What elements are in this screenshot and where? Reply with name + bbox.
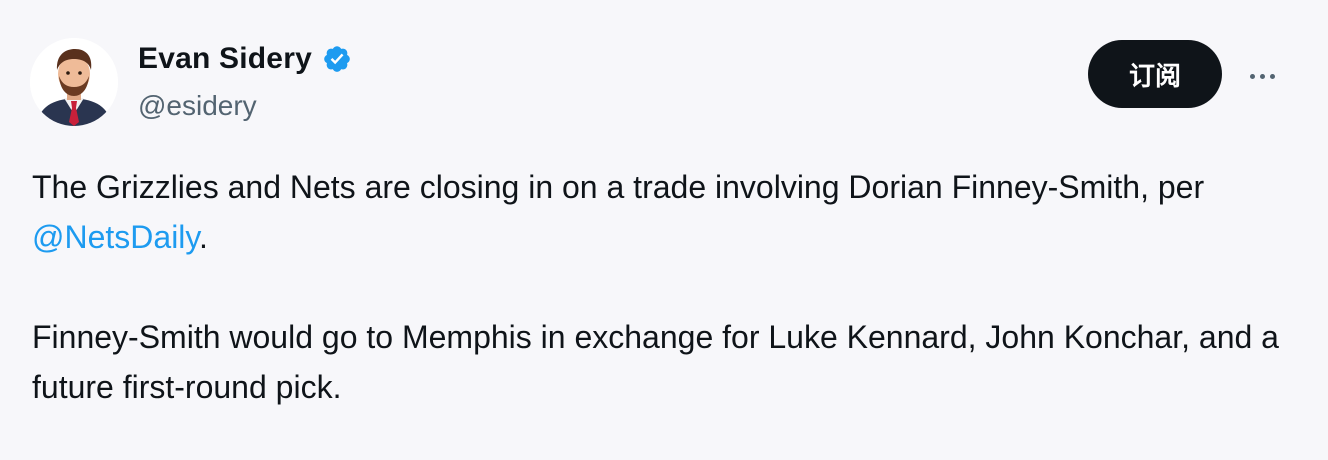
tweet-paragraph-1: The Grizzlies and Nets are closing in on… xyxy=(32,162,1292,262)
author-handle[interactable]: @esidery xyxy=(138,90,257,122)
author-display-name[interactable]: Evan Sidery xyxy=(138,42,312,76)
mention-link[interactable]: @NetsDaily xyxy=(32,219,199,255)
author-name-row: Evan Sidery xyxy=(138,42,352,76)
more-horizontal-icon xyxy=(1269,73,1275,79)
more-horizontal-icon xyxy=(1249,73,1255,79)
tweet-paragraph-1-end: . xyxy=(199,219,208,255)
subscribe-button[interactable]: 订阅 xyxy=(1088,40,1222,108)
tweet-card: Evan Sidery @esidery 订阅 The Grizzlies an… xyxy=(0,0,1328,460)
verified-badge-icon[interactable] xyxy=(322,44,352,74)
tweet-paragraph-1-text: The Grizzlies and Nets are closing in on… xyxy=(32,169,1205,205)
more-horizontal-icon xyxy=(1259,73,1265,79)
avatar[interactable] xyxy=(30,38,118,126)
more-options-button[interactable] xyxy=(1240,58,1284,94)
tweet-text: The Grizzlies and Nets are closing in on… xyxy=(32,162,1292,460)
tweet-paragraph-2: Finney-Smith would go to Memphis in exch… xyxy=(32,319,1279,405)
profile-photo-icon xyxy=(30,38,118,126)
